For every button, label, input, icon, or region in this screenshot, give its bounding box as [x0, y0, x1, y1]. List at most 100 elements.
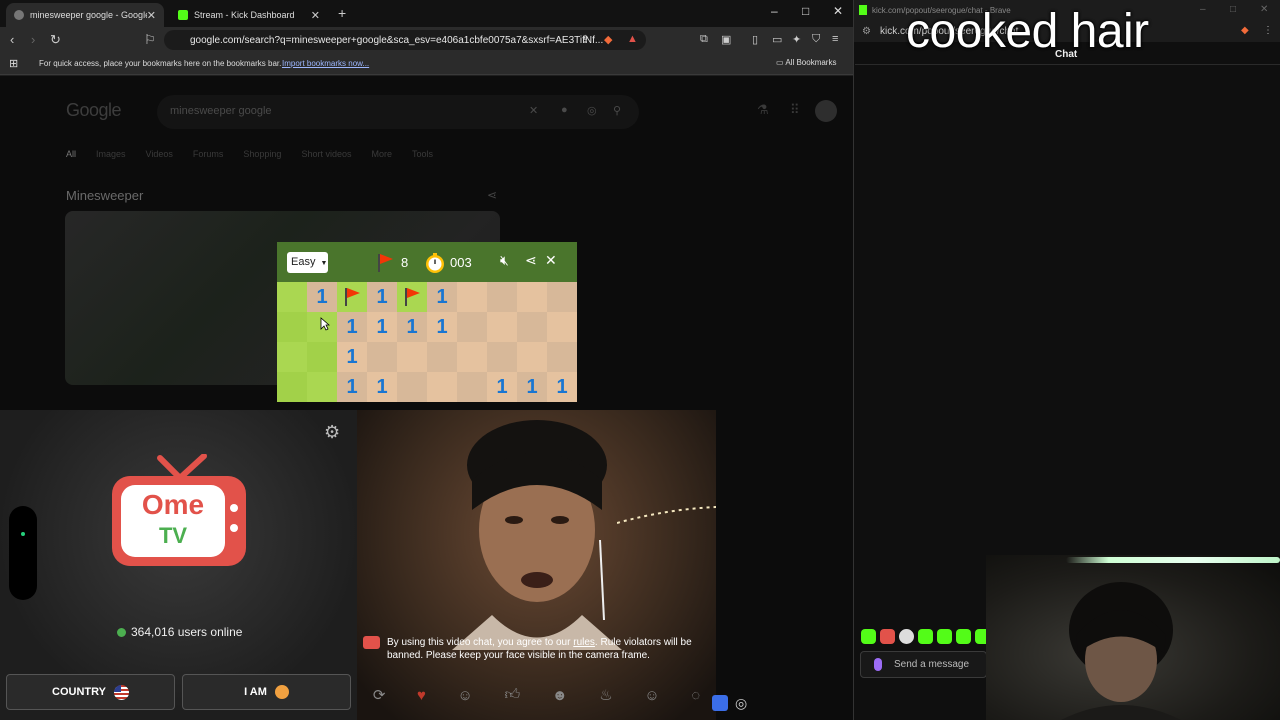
brave-shield-icon[interactable]: ◆ — [604, 33, 612, 46]
mic-icon[interactable] — [874, 658, 882, 671]
sidebar-icon[interactable]: ▯ — [752, 33, 758, 46]
board-cell[interactable] — [397, 342, 427, 372]
search-input[interactable]: minesweeper google ✕ ● ◎ ⚲ — [157, 95, 639, 129]
close-icon[interactable]: ✕ — [545, 252, 557, 269]
board-cell[interactable] — [517, 342, 547, 372]
board-cell[interactable] — [487, 342, 517, 372]
board-cell[interactable] — [427, 342, 457, 372]
board-cell[interactable] — [367, 342, 397, 372]
close-window-icon[interactable]: ✕ — [1260, 4, 1268, 15]
wallet-icon[interactable]: ▭ — [772, 33, 782, 46]
tab-shopping[interactable]: Shopping — [243, 149, 281, 159]
tab-forums[interactable]: Forums — [193, 149, 224, 159]
board-cell[interactable] — [307, 372, 337, 402]
board-cell[interactable]: 1 — [517, 372, 547, 402]
apps-icon[interactable]: ⊞ — [9, 57, 18, 70]
board-cell[interactable] — [277, 372, 307, 402]
country-button[interactable]: COUNTRY — [6, 674, 175, 710]
board-cell[interactable]: 1 — [307, 282, 337, 312]
flagged-cell[interactable] — [337, 282, 367, 312]
reload-icon[interactable]: ↻ — [50, 32, 61, 48]
emote-icon[interactable] — [956, 629, 971, 644]
thumbs-up-icon[interactable]: 👍︎ — [505, 686, 521, 704]
mic-icon[interactable]: ● — [561, 104, 568, 116]
i-am-button[interactable]: I AM — [182, 674, 351, 710]
heart-icon[interactable]: ♥ — [417, 687, 426, 704]
minimize-icon[interactable]: – — [1200, 4, 1206, 15]
send-message-input[interactable]: Send a message — [860, 651, 987, 678]
clear-icon[interactable]: ✕ — [529, 104, 538, 117]
brave-shield-icon[interactable]: ◆ — [1241, 25, 1249, 36]
board-cell[interactable] — [487, 312, 517, 342]
close-tab-icon[interactable]: ✕ — [311, 9, 320, 22]
tab-google-search[interactable]: minesweeper google - Google S ✕ — [6, 3, 164, 27]
import-bookmarks-link[interactable]: Import bookmarks now... — [282, 59, 369, 68]
laugh-icon[interactable]: ☺ — [458, 687, 473, 704]
board-cell[interactable]: 1 — [547, 372, 577, 402]
emote-icon[interactable] — [880, 629, 895, 644]
board-cell[interactable]: 1 — [367, 372, 397, 402]
rules-link[interactable]: rules — [573, 637, 595, 648]
tab-videos[interactable]: Videos — [146, 149, 173, 159]
search-icon[interactable]: ⚲ — [613, 104, 621, 117]
labs-icon[interactable]: ⚗ — [757, 102, 769, 118]
board-cell[interactable] — [277, 282, 307, 312]
board-cell[interactable] — [547, 342, 577, 372]
emote-icon[interactable] — [861, 629, 876, 644]
share-icon[interactable]: ⋖ — [525, 252, 537, 269]
board-cell[interactable] — [547, 282, 577, 312]
screenshot-icon[interactable]: ▣ — [721, 33, 731, 46]
board-cell[interactable]: 1 — [397, 312, 427, 342]
board-cell[interactable] — [457, 342, 487, 372]
smile-icon[interactable]: ☻ — [552, 687, 568, 704]
chat-bubble-icon[interactable]: ◌ — [691, 687, 700, 704]
site-settings-icon[interactable]: ⚙ — [862, 26, 871, 37]
avatar[interactable] — [815, 100, 837, 122]
emote-icon[interactable] — [899, 629, 914, 644]
board-cell[interactable] — [517, 312, 547, 342]
maximize-icon[interactable]: □ — [802, 4, 809, 18]
board-cell[interactable] — [457, 282, 487, 312]
forward-icon[interactable]: › — [31, 32, 35, 47]
lens-icon[interactable]: ◎ — [587, 104, 597, 117]
difficulty-select[interactable]: Easy ▼ — [287, 252, 328, 273]
board-cell[interactable] — [397, 372, 427, 402]
maximize-icon[interactable]: □ — [1230, 4, 1236, 15]
extensions-icon[interactable]: ⧉ — [700, 33, 708, 46]
tab-more[interactable]: More — [371, 149, 392, 159]
board-cell[interactable] — [277, 342, 307, 372]
board-cell[interactable]: 1 — [337, 312, 367, 342]
share-icon[interactable]: ⇪ — [581, 33, 590, 46]
board-cell[interactable] — [307, 342, 337, 372]
tab-short-videos[interactable]: Short videos — [301, 149, 351, 159]
fire-icon[interactable]: ♨ — [599, 686, 612, 704]
settings-gear-icon[interactable]: ⚙ — [324, 422, 340, 443]
share-icon[interactable]: ⋖ — [487, 188, 497, 202]
bookmark-icon[interactable]: ⚐ — [144, 32, 156, 48]
google-logo[interactable]: Google — [66, 100, 122, 121]
minimize-icon[interactable]: – — [771, 4, 778, 18]
emote-icon[interactable] — [937, 629, 952, 644]
tab-images[interactable]: Images — [96, 149, 126, 159]
board-cell[interactable] — [547, 312, 577, 342]
board-cell[interactable] — [487, 282, 517, 312]
close-tab-icon[interactable]: ✕ — [147, 9, 156, 22]
board-cell[interactable]: 1 — [337, 342, 367, 372]
board-cell[interactable] — [457, 372, 487, 402]
board-cell[interactable]: 1 — [367, 312, 397, 342]
board-cell[interactable]: 1 — [337, 372, 367, 402]
back-icon[interactable]: ‹ — [10, 32, 14, 47]
leo-icon[interactable]: ✦ — [792, 33, 801, 46]
flagged-cell[interactable] — [397, 282, 427, 312]
all-bookmarks-button[interactable]: ▭ All Bookmarks — [776, 58, 836, 67]
vpn-icon[interactable]: ⛉ — [812, 33, 820, 46]
board-cell[interactable] — [277, 312, 307, 342]
menu-icon[interactable]: ≡ — [832, 33, 838, 45]
side-toggle[interactable] — [9, 506, 37, 600]
mute-icon[interactable]: 🔇︎ — [500, 252, 509, 269]
emote-icon[interactable] — [918, 629, 933, 644]
board-cell[interactable]: 1 — [367, 282, 397, 312]
board-cell[interactable]: 1 — [487, 372, 517, 402]
google-apps-icon[interactable]: ⠿ — [790, 102, 800, 118]
address-bar[interactable]: google.com/search?q=minesweeper+google&s… — [164, 30, 646, 50]
